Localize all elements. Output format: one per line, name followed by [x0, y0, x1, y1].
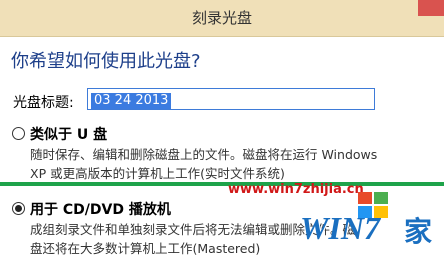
- disc-title-label: 光盘标题:: [13, 95, 74, 111]
- usb-like-desc-line2: XP 或更高版本的计算机上工作(实时文件系统): [30, 166, 285, 181]
- page-heading: 你希望如何使用此光盘?: [11, 51, 201, 72]
- home-logo-text: 家: [404, 215, 433, 248]
- window-title: 刻录光盘: [191, 9, 252, 27]
- usb-like-radio[interactable]: [12, 127, 25, 140]
- usb-like-option-title[interactable]: 类似于 U 盘: [30, 124, 107, 144]
- close-button[interactable]: [418, 0, 444, 16]
- usb-like-option-desc: 随时保存、编辑和删除磁盘上的文件。磁盘将在运行 Windows XP 或更高版本…: [30, 145, 377, 183]
- watermark-divider: [0, 182, 444, 186]
- cd-dvd-option-title[interactable]: 用于 CD/DVD 播放机: [30, 199, 171, 219]
- disc-title-input[interactable]: 03 24 2013: [87, 88, 375, 110]
- usb-like-desc-line1: 随时保存、编辑和删除磁盘上的文件。磁盘将在运行 Windows: [30, 147, 378, 162]
- disc-title-value: 03 24 2013: [91, 93, 172, 109]
- win7-watermark-logo: WIN7 家: [296, 188, 444, 258]
- title-bar: 刻录光盘: [0, 0, 444, 37]
- win7-logo-text: WIN7: [300, 210, 381, 246]
- cd-dvd-radio[interactable]: [12, 202, 25, 215]
